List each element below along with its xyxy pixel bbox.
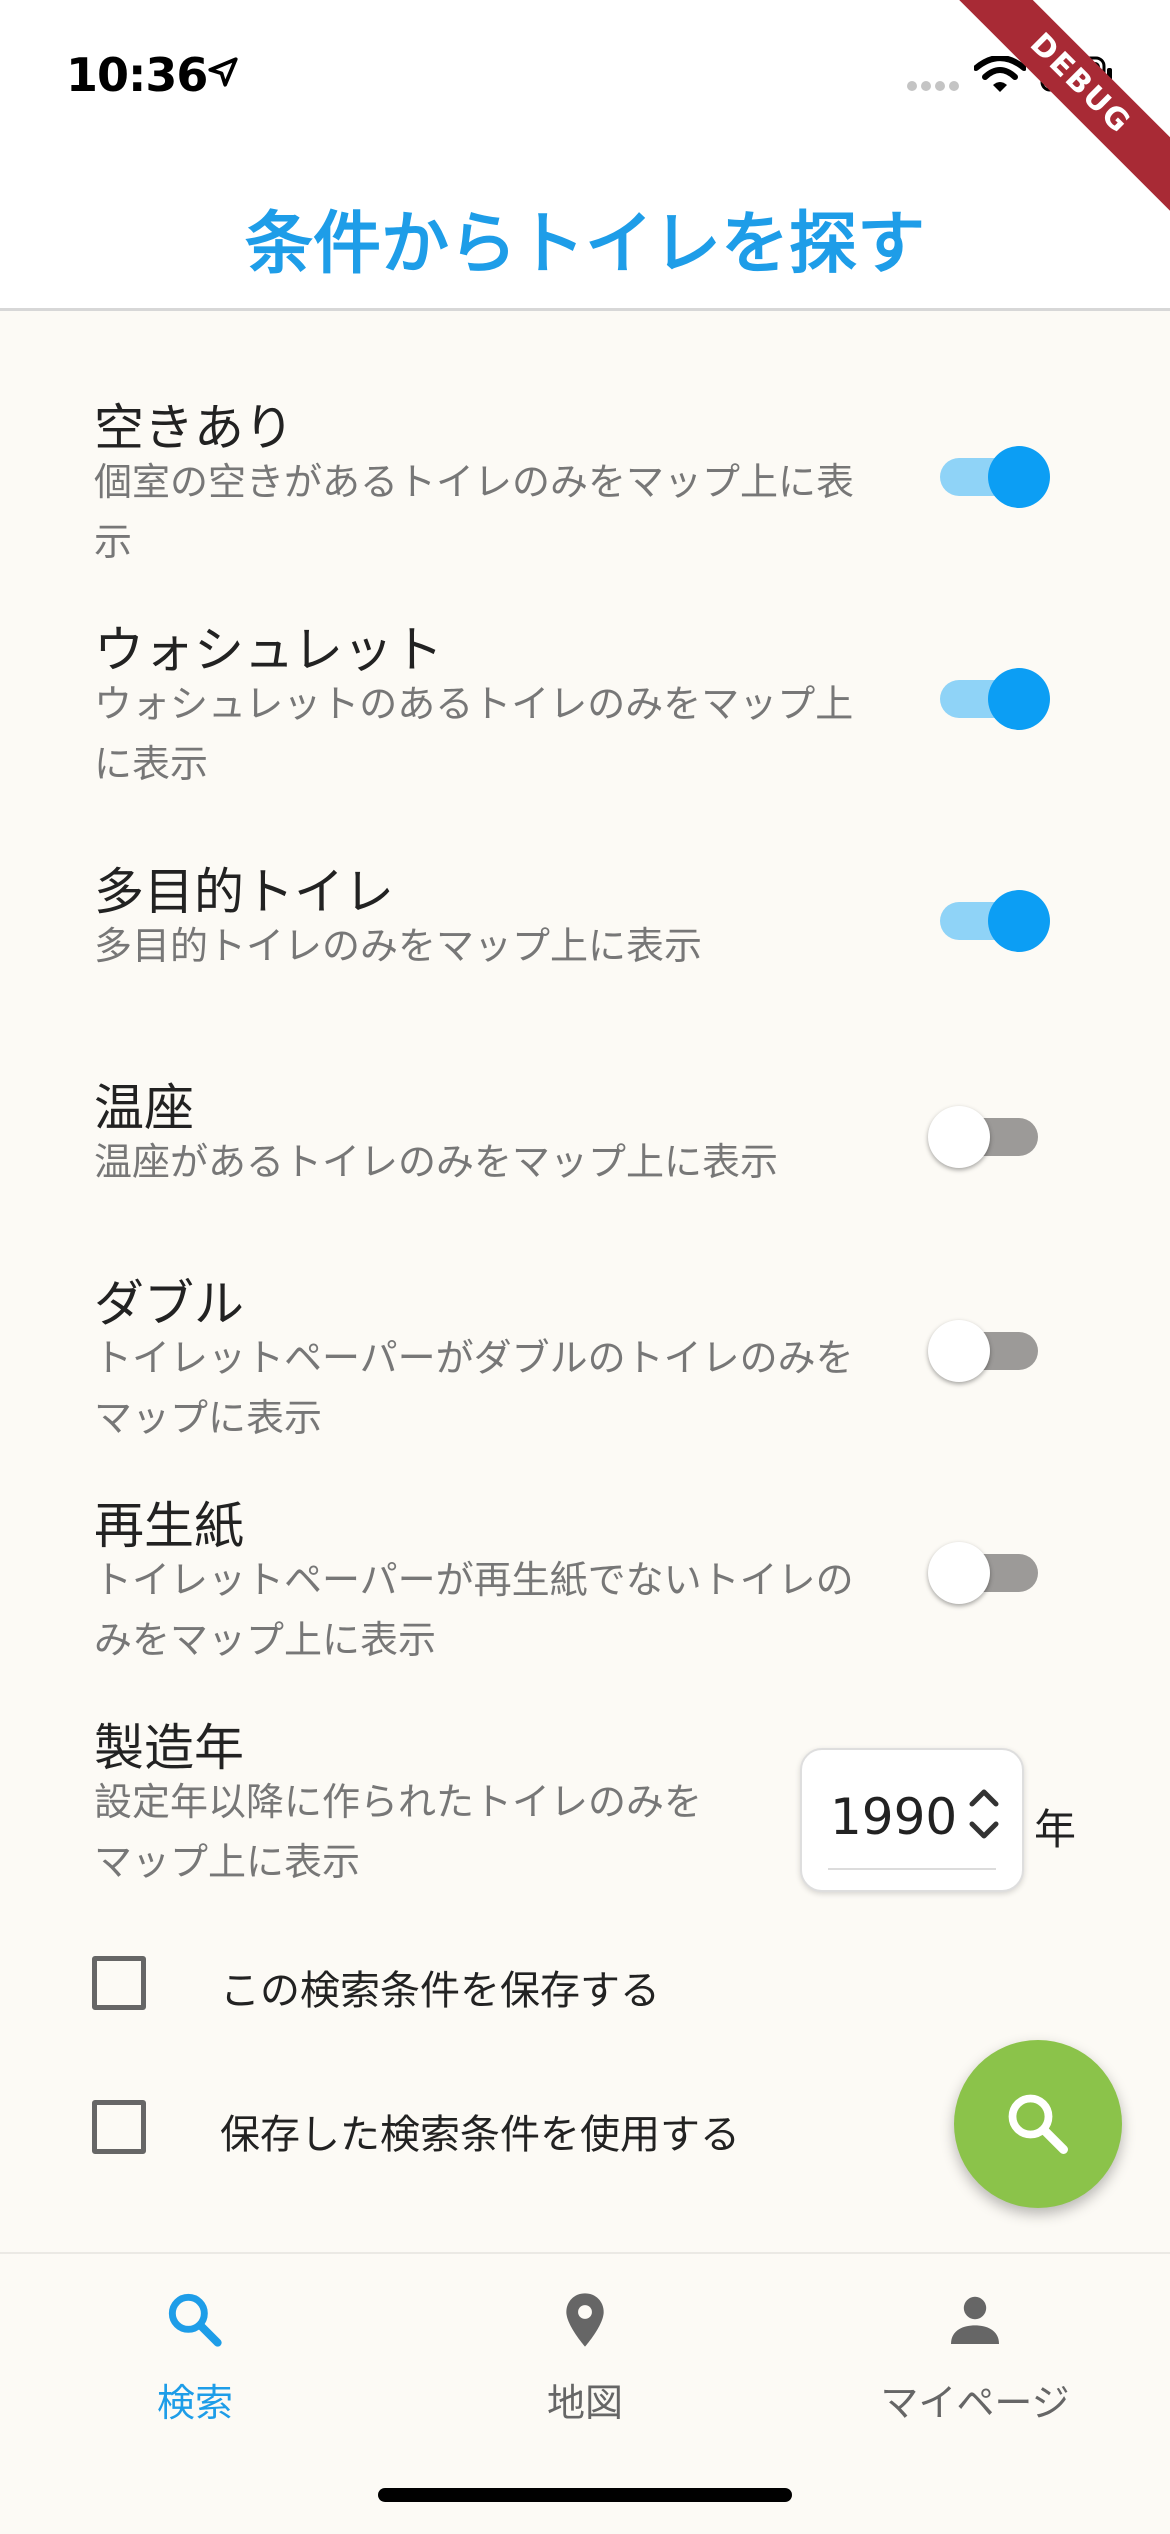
nav-item-search[interactable]: 検索	[0, 2254, 390, 2454]
year-value: 1990	[830, 1788, 958, 1846]
filter-description: 設定年以降に作られたトイレのみをマップ上に表示	[94, 1780, 703, 1884]
use-saved-condition-checkbox[interactable]	[92, 2100, 146, 2154]
filter-row-recycled: 再生紙 トイレットペーパーが再生紙でないトイレのみをマップ上に表示	[94, 1486, 1134, 1686]
spin-arrows-icon[interactable]	[966, 1784, 1002, 1844]
page-title: 条件からトイレを探す	[244, 205, 925, 284]
filter-title: ウォシュレット	[94, 621, 443, 679]
filter-description: 個室の空きがあるトイレのみをマップ上に表示	[94, 460, 855, 564]
filter-description: 多目的トイレのみをマップ上に表示	[94, 924, 703, 968]
nav-item-map[interactable]: 地図	[390, 2254, 780, 2454]
map-pin-icon	[566, 2293, 604, 2347]
save-condition-label[interactable]: この検索条件を保存する	[220, 1958, 660, 2016]
use-saved-condition-label[interactable]: 保存した検索条件を使用する	[220, 2102, 740, 2160]
filter-title: 再生紙	[94, 1497, 244, 1555]
filter-title: 多目的トイレ	[94, 863, 394, 921]
filter-title: 空きあり	[94, 399, 294, 457]
filter-description: 温座があるトイレのみをマップ上に表示	[94, 1140, 779, 1184]
filter-row-double: ダブル トイレットペーパーがダブルのトイレのみをマップに表示	[94, 1264, 1134, 1464]
filter-title: ダブル	[94, 1275, 244, 1333]
year-stepper[interactable]: 1990	[800, 1748, 1024, 1892]
vacancy-toggle[interactable]	[940, 442, 1050, 512]
washlet-toggle[interactable]	[940, 664, 1050, 734]
cellular-signal-icon	[907, 81, 959, 91]
app-bar: 条件からトイレを探す	[0, 140, 1170, 311]
person-icon	[951, 2296, 999, 2344]
filter-row-washlet: ウォシュレット ウォシュレットのあるトイレのみをマップ上に表示	[94, 610, 1134, 810]
save-condition-checkbox[interactable]	[92, 1956, 146, 2010]
search-icon	[1008, 2094, 1068, 2154]
nav-label: マイページ	[880, 2381, 1070, 2425]
wifi-icon	[974, 56, 1026, 92]
home-indicator	[378, 2488, 792, 2502]
filter-row-multipurpose: 多目的トイレ 多目的トイレのみをマップ上に表示	[94, 852, 1134, 992]
location-arrow-icon	[208, 57, 238, 87]
status-time: 10:36	[66, 48, 208, 102]
multipurpose-toggle[interactable]	[940, 886, 1050, 956]
nav-item-mypage[interactable]: マイページ	[780, 2254, 1170, 2454]
search-icon	[168, 2293, 222, 2347]
search-fab-button[interactable]	[954, 2040, 1122, 2208]
filter-row-vacancy: 空きあり 個室の空きがあるトイレのみをマップ上に表示	[94, 388, 1134, 588]
filter-title: 製造年	[94, 1719, 244, 1777]
recycled-paper-toggle[interactable]	[928, 1538, 1044, 1608]
nav-label: 地図	[546, 2381, 623, 2425]
filter-description: トイレットペーパーが再生紙でないトイレのみをマップ上に表示	[94, 1558, 854, 1662]
year-unit-label: 年	[1034, 1805, 1077, 1854]
filter-title: 温座	[94, 1079, 194, 1137]
double-paper-toggle[interactable]	[928, 1316, 1044, 1386]
filter-row-heated-seat: 温座 温座があるトイレのみをマップ上に表示	[94, 1068, 1134, 1208]
filter-description: ウォシュレットのあるトイレのみをマップ上に表示	[94, 682, 854, 786]
nav-label: 検索	[156, 2381, 233, 2425]
heated-seat-toggle[interactable]	[928, 1102, 1044, 1172]
filter-description: トイレットペーパーがダブルのトイレのみをマップに表示	[94, 1336, 854, 1440]
